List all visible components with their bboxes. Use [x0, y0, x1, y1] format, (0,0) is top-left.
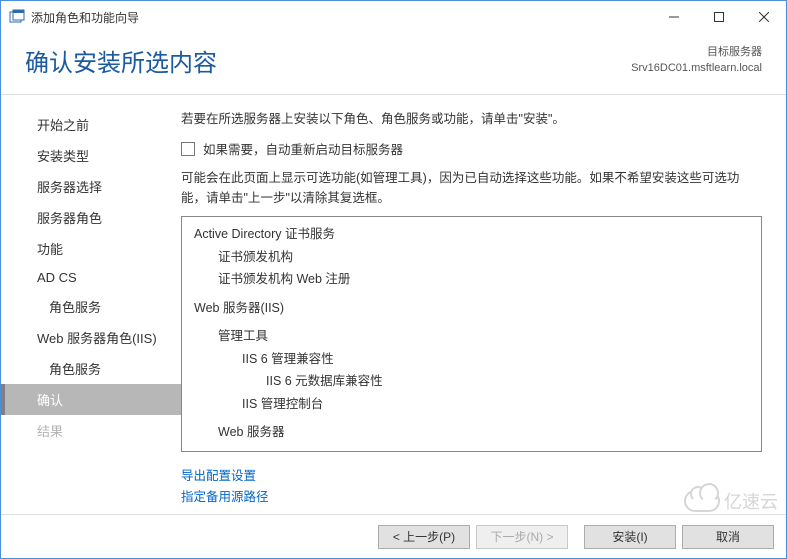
- sidebar-item-8[interactable]: 角色服务: [1, 353, 181, 384]
- tree-node: IIS 6 元数据库兼容性: [186, 370, 757, 393]
- sidebar-item-9[interactable]: 确认: [1, 384, 181, 415]
- sidebar-item-1[interactable]: 安装类型: [1, 140, 181, 171]
- sidebar-item-7[interactable]: Web 服务器角色(IIS): [1, 322, 181, 353]
- sidebar-item-6[interactable]: 角色服务: [1, 291, 181, 322]
- auto-restart-row[interactable]: 如果需要，自动重新启动目标服务器: [181, 139, 762, 158]
- tree-node: 管理工具: [186, 325, 757, 348]
- sidebar-item-5[interactable]: AD CS: [1, 264, 181, 291]
- window-title: 添加角色和功能向导: [31, 9, 651, 26]
- tree-node: Active Directory 证书服务: [186, 223, 757, 246]
- tree-node: 证书颁发机构 Web 注册: [186, 268, 757, 291]
- close-button[interactable]: [741, 2, 786, 32]
- alt-source-link[interactable]: 指定备用源路径: [181, 490, 269, 504]
- auto-restart-label: 如果需要，自动重新启动目标服务器: [203, 139, 403, 158]
- sidebar-item-3[interactable]: 服务器角色: [1, 202, 181, 233]
- sidebar-item-10: 结果: [1, 415, 181, 446]
- install-button[interactable]: 安装(I): [584, 525, 676, 549]
- wizard-header: 确认安装所选内容 目标服务器 Srv16DC01.msftlearn.local: [1, 33, 786, 95]
- app-icon: [9, 9, 25, 25]
- sidebar-item-0[interactable]: 开始之前: [1, 109, 181, 140]
- wizard-main: 若要在所选服务器上安装以下角色、角色服务或功能，请单击"安装"。 如果需要，自动…: [181, 95, 786, 502]
- next-button: 下一步(N) >: [476, 525, 568, 549]
- intro-text: 若要在所选服务器上安装以下角色、角色服务或功能，请单击"安装"。: [181, 109, 762, 129]
- previous-button[interactable]: < 上一步(P): [378, 525, 470, 549]
- tree-node: Web 服务器: [186, 421, 757, 444]
- export-config-link[interactable]: 导出配置设置: [181, 469, 256, 483]
- target-server-name: Srv16DC01.msftlearn.local: [631, 61, 762, 76]
- tree-node: IIS 6 管理兼容性: [186, 348, 757, 371]
- target-server-info: 目标服务器 Srv16DC01.msftlearn.local: [631, 45, 762, 76]
- window-buttons: [651, 2, 786, 32]
- minimize-button[interactable]: [651, 2, 696, 32]
- tree-node: Web 服务器(IIS): [186, 297, 757, 320]
- sidebar-item-2[interactable]: 服务器选择: [1, 171, 181, 202]
- tree-node: IIS 管理控制台: [186, 393, 757, 416]
- maximize-button[interactable]: [696, 2, 741, 32]
- wizard-footer: < 上一步(P) 下一步(N) > 安装(I) 取消: [1, 514, 786, 558]
- sidebar-item-4[interactable]: 功能: [1, 233, 181, 264]
- titlebar: 添加角色和功能向导: [1, 1, 786, 33]
- tree-node: 应用程序开发: [186, 450, 757, 453]
- note-text: 可能会在此页面上显示可选功能(如管理工具)，因为已自动选择这些功能。如果不希望安…: [181, 168, 762, 208]
- cancel-button[interactable]: 取消: [682, 525, 774, 549]
- tree-node: 证书颁发机构: [186, 246, 757, 269]
- wizard-sidebar: 开始之前安装类型服务器选择服务器角色功能AD CS角色服务Web 服务器角色(I…: [1, 95, 181, 502]
- config-links: 导出配置设置 指定备用源路径: [181, 466, 762, 509]
- page-title: 确认安装所选内容: [25, 43, 217, 78]
- auto-restart-checkbox[interactable]: [181, 142, 195, 156]
- confirmation-tree[interactable]: Active Directory 证书服务证书颁发机构证书颁发机构 Web 注册…: [181, 216, 762, 452]
- target-server-label: 目标服务器: [631, 45, 762, 60]
